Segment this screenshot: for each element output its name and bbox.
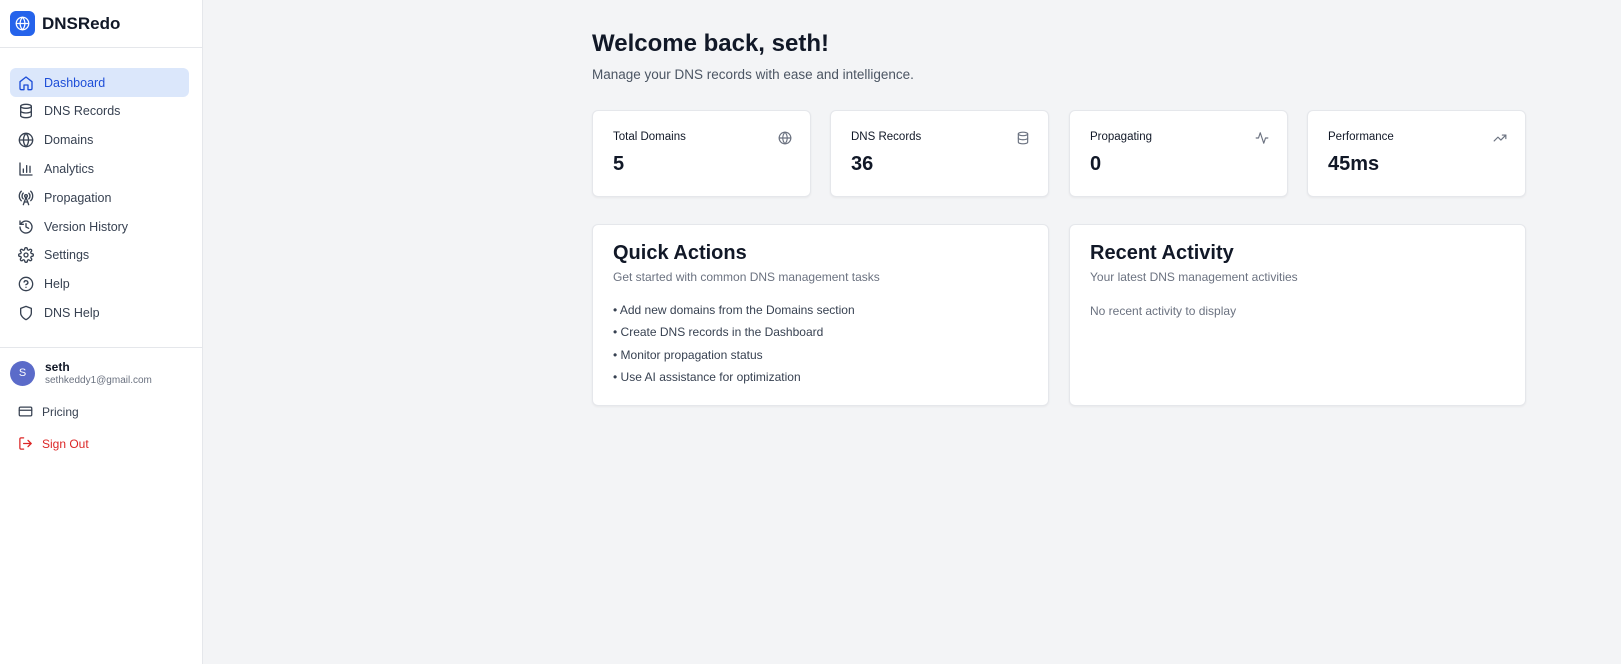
- sidebar-item-dashboard[interactable]: Dashboard: [10, 68, 189, 97]
- user-profile[interactable]: S seth sethkeddy1@gmail.com: [10, 360, 152, 386]
- list-item: • Use AI assistance for optimization: [613, 369, 801, 384]
- pricing-link[interactable]: Pricing: [18, 404, 79, 419]
- sidebar-item-label: Domains: [44, 133, 94, 148]
- sidebar-item-dns-records[interactable]: DNS Records: [10, 97, 189, 126]
- pricing-label: Pricing: [42, 404, 79, 419]
- credit-card-icon: [18, 406, 33, 417]
- log-out-icon: [19, 437, 32, 450]
- empty-state-text: No recent activity to display: [1090, 304, 1237, 318]
- shield-icon: [20, 305, 32, 321]
- list-item: • Create DNS records in the Dashboard: [613, 325, 824, 340]
- stat-label: Performance: [1328, 131, 1394, 143]
- recent-activity-panel: Recent Activity Your latest DNS manageme…: [1069, 224, 1526, 406]
- sign-out-button[interactable]: Sign Out: [18, 436, 89, 451]
- user-email: sethkeddy1@gmail.com: [45, 375, 152, 386]
- stat-card-dns-records: DNS Records 36: [830, 110, 1049, 197]
- list-item: • Monitor propagation status: [613, 347, 763, 362]
- globe-logo-icon: [10, 11, 35, 36]
- stat-value: 36: [851, 153, 874, 175]
- stat-value: 0: [1090, 153, 1102, 175]
- sidebar-item-settings[interactable]: Settings: [10, 241, 189, 270]
- sidebar-divider: [0, 347, 203, 348]
- brand-name: DNSRedo: [42, 13, 121, 33]
- stat-label: DNS Records: [851, 131, 922, 143]
- stat-label: Total Domains: [613, 131, 686, 143]
- bar-chart-icon: [19, 162, 33, 176]
- sidebar-item-domains[interactable]: Domains: [10, 126, 189, 155]
- database-icon: [20, 103, 32, 119]
- sidebar-item-label: Dashboard: [44, 75, 106, 90]
- sidebar-item-dns-help[interactable]: DNS Help: [10, 299, 189, 328]
- database-icon: [1017, 131, 1029, 145]
- quick-actions-title: Quick Actions: [613, 242, 747, 264]
- page-subtitle: Manage your DNS records with ease and in…: [592, 67, 914, 82]
- avatar: S: [10, 360, 35, 386]
- list-item: • Add new domains from the Domains secti…: [613, 303, 855, 317]
- sidebar: DNSRedo Dashboard DNS Records Domains An…: [0, 0, 203, 664]
- sidebar-item-help[interactable]: Help: [10, 270, 189, 299]
- stat-label: Propagating: [1090, 131, 1153, 143]
- page-title: Welcome back, seth!: [592, 30, 829, 57]
- sign-out-label: Sign Out: [42, 436, 89, 451]
- history-icon: [19, 219, 33, 234]
- activity-icon: [1255, 132, 1269, 144]
- sidebar-item-label: DNS Help: [44, 306, 100, 320]
- globe-icon: [18, 132, 34, 148]
- sidebar-item-label: Version History: [44, 219, 129, 234]
- stat-card-performance: Performance 45ms: [1307, 110, 1526, 197]
- stat-value: 45ms: [1328, 153, 1380, 175]
- quick-actions-subtitle: Get started with common DNS management t…: [613, 270, 880, 284]
- sidebar-item-label: Help: [44, 277, 70, 292]
- sidebar-item-label: Propagation: [44, 190, 112, 205]
- globe-icon: [778, 131, 792, 145]
- sidebar-item-propagation[interactable]: Propagation: [10, 183, 189, 212]
- sidebar-item-label: Analytics: [44, 161, 95, 176]
- user-name: seth: [45, 360, 70, 374]
- home-icon: [19, 75, 33, 90]
- trending-up-icon: [1493, 134, 1507, 142]
- stat-card-total-domains: Total Domains 5: [592, 110, 811, 197]
- radio-tower-icon: [18, 190, 34, 206]
- stat-card-propagating: Propagating 0: [1069, 110, 1288, 197]
- sidebar-item-label: Settings: [44, 248, 90, 263]
- help-circle-icon: [18, 276, 34, 292]
- user-info: seth sethkeddy1@gmail.com: [45, 360, 152, 386]
- quick-actions-panel: Quick Actions Get started with common DN…: [592, 224, 1049, 406]
- sidebar-nav: Dashboard DNS Records Domains Analytics …: [10, 68, 189, 328]
- recent-activity-title: Recent Activity: [1090, 242, 1234, 264]
- gear-icon: [18, 247, 34, 264]
- sidebar-item-version-history[interactable]: Version History: [10, 212, 189, 241]
- stat-value: 5: [613, 153, 625, 175]
- sidebar-item-label: DNS Records: [44, 104, 121, 119]
- brand[interactable]: DNSRedo: [0, 0, 202, 48]
- sidebar-item-analytics[interactable]: Analytics: [10, 154, 189, 183]
- recent-activity-subtitle: Your latest DNS management activities: [1090, 270, 1298, 284]
- quick-actions-list: • Add new domains from the Domains secti…: [613, 303, 855, 392]
